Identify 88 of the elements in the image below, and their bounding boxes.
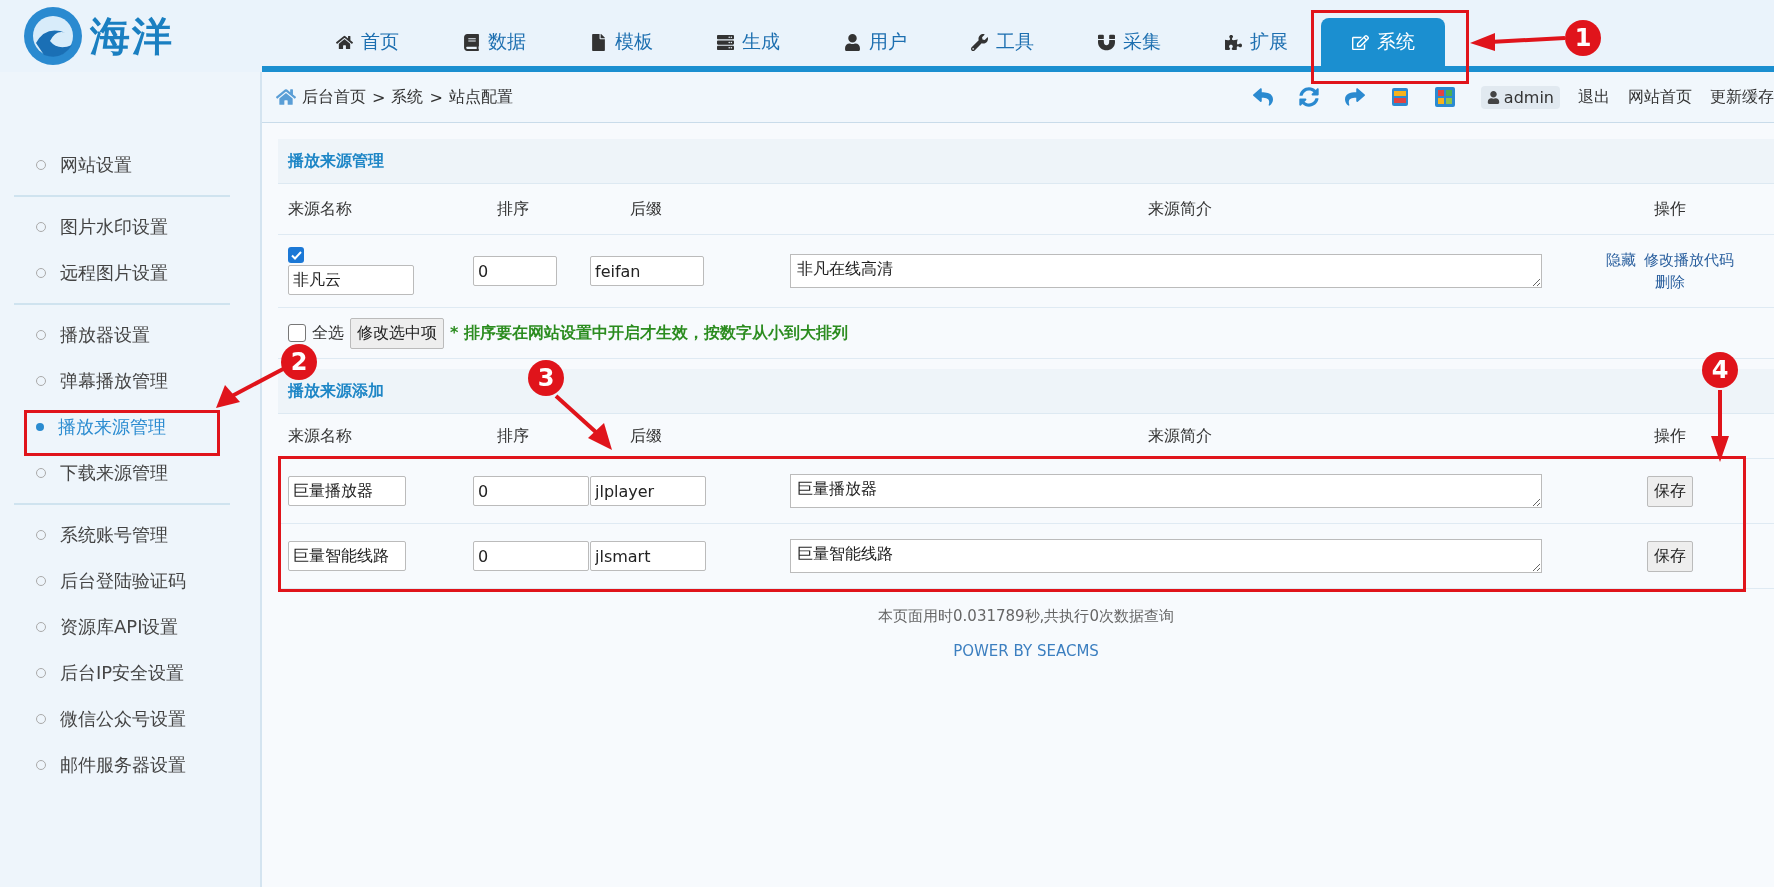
footer-credit: POWER BY SEACMS xyxy=(953,642,1099,660)
name-field[interactable]: 巨量智能线路 xyxy=(288,541,406,571)
reply-icon[interactable] xyxy=(1252,87,1273,107)
column-header: 操作 xyxy=(1653,198,1687,220)
nav-icon xyxy=(970,33,988,51)
nav-icon xyxy=(462,33,480,51)
column-header: 来源名称 xyxy=(288,198,353,220)
checkbox[interactable] xyxy=(288,324,306,342)
nav-tab[interactable]: 用户 xyxy=(813,18,937,66)
action-link[interactable]: 删除 xyxy=(1655,271,1685,293)
sidebar-item[interactable]: 系统账号管理 xyxy=(14,512,230,558)
sidebar-item[interactable]: 下载来源管理 xyxy=(14,450,230,496)
save-button[interactable]: 保存 xyxy=(1647,540,1693,572)
nav-icon xyxy=(589,33,607,51)
nav-tab[interactable]: 模板 xyxy=(559,18,683,66)
breadcrumb-item[interactable]: 站点配置 xyxy=(448,86,513,108)
sort-field[interactable]: 0 xyxy=(473,256,557,286)
annotation-arrow xyxy=(216,366,286,408)
sidebar-item[interactable]: 资源库API设置 xyxy=(14,604,230,650)
checkbox[interactable] xyxy=(288,247,304,263)
name-field[interactable]: 非凡云 xyxy=(288,265,414,295)
refresh-icon[interactable] xyxy=(1298,87,1319,107)
name-field[interactable]: 巨量播放器 xyxy=(288,476,406,506)
step-number: 4 xyxy=(1702,352,1738,388)
description-field[interactable]: 巨量智能线路 xyxy=(790,539,1542,573)
sidebar-item[interactable]: 邮件服务器设置 xyxy=(14,742,230,788)
nav-icon xyxy=(716,33,734,51)
checkbox-label: 全选 xyxy=(312,322,344,344)
nav-tab[interactable]: 数据 xyxy=(432,18,556,66)
step-number: 3 xyxy=(528,360,564,396)
forward-icon[interactable] xyxy=(1344,87,1365,107)
sidebar-item[interactable]: 微信公众号设置 xyxy=(14,696,230,742)
breadcrumb-item[interactable]: 系统 xyxy=(391,86,424,108)
user-badge[interactable]: admin xyxy=(1480,85,1560,109)
logo-text: 海洋 xyxy=(90,11,174,61)
breadcrumb-separator: > xyxy=(372,87,386,107)
sort-field[interactable]: 0 xyxy=(473,476,589,506)
nav-icon xyxy=(1224,33,1242,51)
column-header: 排序 xyxy=(496,198,530,220)
nav-tab[interactable]: 系统 xyxy=(1321,18,1445,66)
nav-icon xyxy=(1097,33,1115,51)
home-icon xyxy=(276,87,296,107)
column-header: 来源简介 xyxy=(1147,425,1213,447)
grid-icon[interactable] xyxy=(1434,87,1455,107)
suffix-field[interactable]: jlsmart xyxy=(590,541,706,571)
description-field[interactable]: 非凡在线高清 xyxy=(790,254,1542,288)
nav-icon xyxy=(335,33,353,51)
nav-tab[interactable]: 生成 xyxy=(686,18,810,66)
sidebar-item[interactable]: 后台IP安全设置 xyxy=(14,650,230,696)
section-title: 播放来源管理 xyxy=(278,139,1774,184)
sidebar-item[interactable]: 远程图片设置 xyxy=(14,250,230,296)
sidebar-item[interactable]: 网站设置 xyxy=(14,142,230,188)
sidebar-item[interactable]: 图片水印设置 xyxy=(14,204,230,250)
sidebar-item[interactable]: 播放器设置 xyxy=(14,312,230,358)
description-field[interactable]: 巨量播放器 xyxy=(790,474,1542,508)
header-link[interactable]: 更新缓存 xyxy=(1710,86,1774,108)
wave-logo-icon xyxy=(22,5,84,67)
nav-icon xyxy=(1351,33,1369,51)
breadcrumb-separator: > xyxy=(429,87,443,107)
save-button[interactable]: 保存 xyxy=(1647,475,1693,507)
column-header: 排序 xyxy=(496,425,530,447)
nav-tab[interactable]: 首页 xyxy=(305,18,429,66)
action-link[interactable]: 修改播放代码 xyxy=(1644,249,1734,271)
breadcrumb-item[interactable]: 后台首页 xyxy=(302,86,366,108)
suffix-field[interactable]: jlplayer xyxy=(590,476,706,506)
annotation-arrow xyxy=(554,394,612,450)
nav-tab[interactable]: 扩展 xyxy=(1194,18,1318,66)
sidebar-item[interactable]: 弹幕播放管理 xyxy=(14,358,230,404)
annotation-arrow xyxy=(1711,390,1729,462)
column-header: 后缀 xyxy=(629,198,663,220)
column-header: 后缀 xyxy=(629,425,663,447)
sidebar-item[interactable]: 后台登陆验证码 xyxy=(14,558,230,604)
action-link[interactable]: 隐藏 xyxy=(1606,249,1636,271)
sort-field[interactable]: 0 xyxy=(473,541,589,571)
panel-icon[interactable] xyxy=(1390,87,1409,107)
nav-tab[interactable]: 工具 xyxy=(940,18,1064,66)
column-header: 操作 xyxy=(1653,425,1687,447)
header-link[interactable]: 退出 xyxy=(1578,86,1610,108)
suffix-field[interactable]: feifan xyxy=(590,256,704,286)
nav-icon xyxy=(843,33,861,51)
nav-tab[interactable]: 采集 xyxy=(1067,18,1191,66)
step-number: 2 xyxy=(281,344,317,380)
bulk-edit-button[interactable]: 修改选中项 xyxy=(350,317,444,349)
header-link[interactable]: 网站首页 xyxy=(1628,86,1692,108)
footer-stats: 本页面用时0.031789秒,共执行0次数据查询 xyxy=(878,607,1174,626)
column-header: 来源名称 xyxy=(288,425,353,447)
column-header: 来源简介 xyxy=(1147,198,1213,220)
hint-text: * 排序要在网站设置中开启才生效，按数字从小到大排列 xyxy=(450,322,848,344)
